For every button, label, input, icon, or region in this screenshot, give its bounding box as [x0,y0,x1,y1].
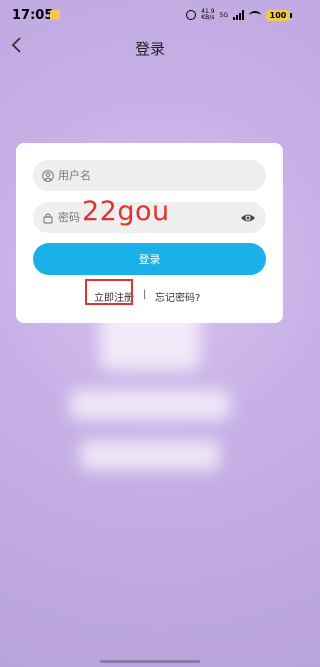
home-indicator [100,660,200,663]
battery-icon: 100 [266,9,292,21]
battery-level: 100 [266,9,290,21]
signal-bars-icon [233,10,244,20]
annotation-highlight-box [85,279,133,305]
eye-icon[interactable] [240,210,256,226]
status-time: 17:05 [12,8,54,23]
status-icons: 41.9 KB/s 5G 100 [186,9,292,21]
auth-links: 立即注册 | 忘记密码? [16,289,283,304]
login-card: 登录 立即注册 | 忘记密码? [16,143,283,323]
forgot-password-link[interactable]: 忘记密码? [155,289,200,304]
blurred-background-art [70,300,230,480]
watermark-text: 22gou [82,196,170,227]
network-type-label: 5G [219,11,228,19]
username-field[interactable] [33,160,266,191]
login-button[interactable]: 登录 [33,243,266,275]
user-icon [41,169,55,183]
status-bar: 17:05 41.9 KB/s 5G 100 [0,0,300,34]
username-input[interactable] [58,169,238,182]
notification-app-icon [50,10,60,20]
page-title: 登录 [134,40,165,58]
wifi-icon [249,10,261,20]
net-speed: 41.9 KB/s [201,9,214,21]
net-speed-unit: KB/s [201,14,215,21]
link-separator: | [143,289,147,300]
lock-icon [41,211,55,225]
alarm-icon [186,10,197,20]
